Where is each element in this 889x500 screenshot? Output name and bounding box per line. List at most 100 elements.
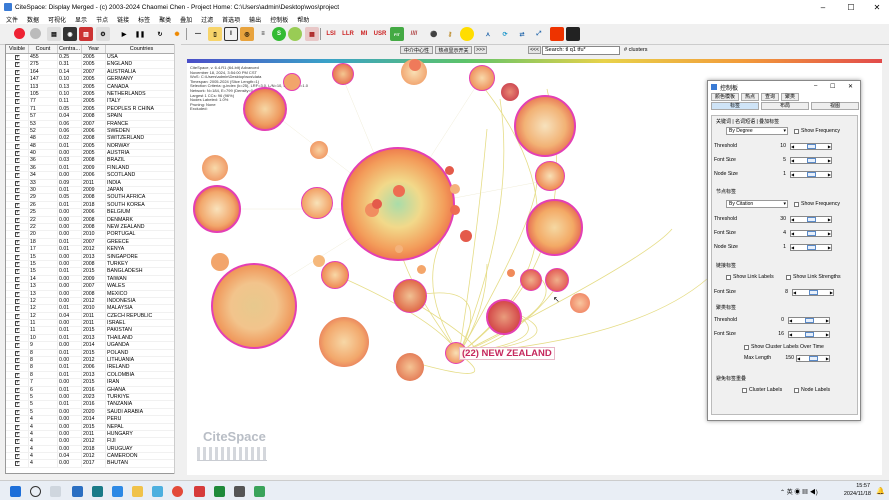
table-row[interactable]: 170.012012KENYA bbox=[6, 246, 180, 254]
visible-checkbox[interactable] bbox=[6, 327, 29, 334]
link-font-slider[interactable]: ◀ ▶ bbox=[792, 289, 834, 296]
table-row[interactable]: 180.012007GREECE bbox=[6, 238, 180, 247]
check-icon[interactable] bbox=[15, 84, 20, 90]
table-row[interactable]: 80.012013COLOMBIA bbox=[6, 371, 180, 380]
node-font-slider[interactable]: ◀ ▶ bbox=[790, 230, 832, 237]
col-centrality[interactable]: Centra... bbox=[58, 45, 82, 53]
table-row[interactable]: 80.012006IRELAND bbox=[6, 364, 180, 372]
check-icon[interactable] bbox=[15, 454, 20, 460]
cluster-labels-checkbox[interactable]: Cluster Labels bbox=[742, 387, 782, 393]
max-length-slider[interactable]: ◀ ▶ bbox=[796, 355, 830, 362]
node-threshold-slider[interactable]: ◀ ▶ bbox=[790, 216, 832, 223]
table-row[interactable]: 570.042008SPAIN bbox=[6, 113, 180, 121]
table-row[interactable]: 220.002008NEW ZEALAND bbox=[6, 223, 180, 232]
check-icon[interactable] bbox=[15, 394, 20, 400]
visible-checkbox[interactable] bbox=[6, 90, 29, 98]
check-icon[interactable] bbox=[15, 298, 20, 304]
check-icon[interactable] bbox=[15, 106, 20, 112]
visible-checkbox[interactable] bbox=[6, 290, 29, 297]
visible-checkbox[interactable] bbox=[6, 105, 29, 113]
table-row[interactable]: 1640.142007AUSTRALIA bbox=[6, 68, 180, 77]
yellow-circle-icon[interactable] bbox=[460, 27, 474, 41]
visible-checkbox[interactable] bbox=[6, 423, 29, 430]
node-israel[interactable] bbox=[395, 245, 403, 253]
check-icon[interactable] bbox=[15, 402, 20, 408]
node-bangladesh[interactable] bbox=[450, 205, 460, 215]
check-icon[interactable] bbox=[15, 358, 20, 364]
clock-time[interactable]: 15:57 bbox=[838, 483, 870, 489]
left-arrow-icon[interactable]: ◀ bbox=[791, 144, 794, 149]
lsi-button[interactable]: LSI bbox=[324, 27, 338, 41]
table-row[interactable]: 4550.252005USA bbox=[6, 54, 180, 62]
visible-checkbox[interactable] bbox=[6, 430, 29, 438]
visible-checkbox[interactable] bbox=[6, 460, 29, 467]
visible-checkbox[interactable] bbox=[6, 438, 29, 445]
table-row[interactable]: 770.112005ITALY bbox=[6, 98, 180, 106]
network-icon[interactable]: ⚫ bbox=[427, 27, 441, 41]
table-row[interactable]: 480.022008SWITZERLAND bbox=[6, 135, 180, 143]
table-row[interactable]: 520.062006SWEDEN bbox=[6, 127, 180, 136]
col-count[interactable]: Count bbox=[29, 45, 58, 53]
visible-checkbox[interactable] bbox=[6, 246, 29, 253]
visible-checkbox[interactable] bbox=[6, 253, 29, 260]
check-icon[interactable] bbox=[15, 55, 20, 60]
right-arrow-icon[interactable]: ▶ bbox=[828, 144, 831, 149]
keyword-font-slider[interactable]: ◀ ▶ bbox=[790, 157, 832, 164]
node-rank-select[interactable]: By Citation ▾ bbox=[726, 200, 788, 208]
check-icon[interactable] bbox=[15, 350, 20, 356]
tab-view[interactable]: 视图 bbox=[811, 102, 859, 110]
menu-item-2[interactable]: 可视化 bbox=[48, 15, 66, 24]
check-icon[interactable] bbox=[15, 372, 20, 378]
node-indonesia[interactable] bbox=[417, 265, 426, 274]
node-south-africa[interactable] bbox=[520, 269, 542, 291]
check-icon[interactable] bbox=[15, 365, 20, 371]
visible-checkbox[interactable] bbox=[6, 349, 29, 357]
visible-checkbox[interactable] bbox=[6, 305, 29, 312]
check-icon[interactable] bbox=[15, 62, 20, 68]
visible-checkbox[interactable] bbox=[6, 320, 29, 327]
table-row[interactable]: 150.002013SINGAPORE bbox=[6, 253, 180, 261]
layers-icon[interactable]: ◎ bbox=[240, 27, 254, 41]
node-malaysia[interactable] bbox=[211, 253, 229, 271]
visible-checkbox[interactable] bbox=[6, 231, 29, 238]
visible-checkbox[interactable] bbox=[6, 113, 29, 120]
check-icon[interactable] bbox=[15, 210, 20, 216]
node-belgium[interactable] bbox=[570, 293, 590, 313]
check-icon[interactable] bbox=[15, 114, 20, 120]
check-icon[interactable] bbox=[15, 202, 20, 208]
check-icon[interactable] bbox=[15, 188, 20, 194]
visible-checkbox[interactable] bbox=[6, 371, 29, 379]
show-link-strengths-checkbox[interactable]: Show Link Strengths bbox=[786, 274, 841, 280]
cluster-font-slider[interactable]: ◀ ▶ bbox=[788, 331, 830, 338]
visible-checkbox[interactable] bbox=[6, 164, 29, 172]
visible-checkbox[interactable] bbox=[6, 127, 29, 135]
table-row[interactable]: 360.012009FINLAND bbox=[6, 164, 180, 173]
chrome-icon[interactable] bbox=[172, 486, 183, 497]
table-row[interactable]: 140.002009TAIWAN bbox=[6, 275, 180, 284]
task-view-icon[interactable] bbox=[50, 486, 61, 497]
visible-checkbox[interactable] bbox=[6, 194, 29, 201]
mi-button[interactable]: MI bbox=[357, 27, 371, 41]
word-icon[interactable] bbox=[72, 486, 83, 497]
close-icon[interactable]: ✕ bbox=[864, 0, 889, 14]
clock-date[interactable]: 2024/11/18 bbox=[835, 491, 871, 497]
check-icon[interactable] bbox=[15, 328, 20, 334]
check-icon[interactable] bbox=[15, 269, 20, 275]
node-mexico[interactable] bbox=[507, 269, 515, 277]
cluster-icon[interactable]: ▦ bbox=[305, 27, 319, 41]
menu-item-4[interactable]: 节点 bbox=[96, 15, 108, 24]
show-frequency-checkbox-2[interactable]: Show Frequency bbox=[794, 201, 840, 207]
table-row[interactable]: 330.092011INDIA bbox=[6, 179, 180, 188]
check-icon[interactable] bbox=[15, 180, 20, 186]
expand-icon[interactable]: ⤢ bbox=[532, 27, 546, 41]
visible-checkbox[interactable] bbox=[6, 223, 29, 231]
table-row[interactable]: 40.002011HUNGARY bbox=[6, 430, 180, 439]
visible-checkbox[interactable] bbox=[6, 453, 29, 460]
key-icon[interactable]: ⚷ bbox=[443, 27, 457, 41]
node-austria[interactable] bbox=[301, 187, 333, 219]
check-icon[interactable] bbox=[15, 136, 20, 142]
notification-icon[interactable]: 🔔 bbox=[876, 487, 885, 495]
table-row[interactable]: 80.012015POLAND bbox=[6, 349, 180, 358]
table-row[interactable]: 300.012009JAPAN bbox=[6, 187, 180, 195]
node-netherlands[interactable] bbox=[319, 317, 369, 367]
